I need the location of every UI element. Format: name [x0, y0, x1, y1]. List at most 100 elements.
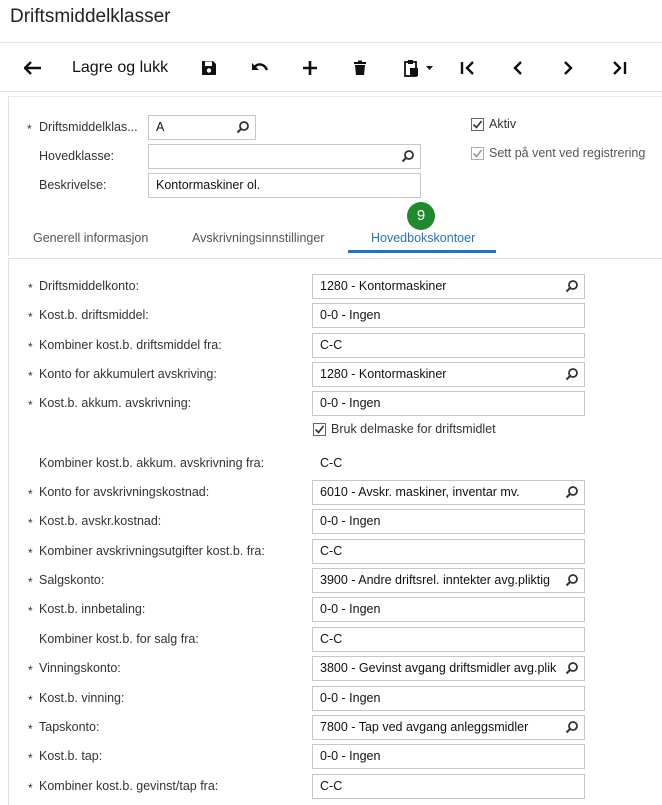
required-marker: * — [28, 722, 33, 736]
search-icon[interactable] — [565, 367, 579, 381]
field-value: 0-0 - Ingen — [320, 514, 381, 528]
previous-record-icon — [513, 61, 522, 75]
field-label: Tapskonto: — [39, 720, 100, 734]
field-input[interactable]: C-C — [312, 774, 585, 799]
checkmark-icon — [472, 120, 483, 129]
required-marker: * — [28, 575, 33, 589]
search-icon[interactable] — [401, 149, 415, 163]
field-value: 0-0 - Ingen — [320, 602, 381, 616]
search-icon[interactable] — [565, 573, 579, 587]
field-input[interactable]: C-C — [312, 539, 585, 564]
search-icon[interactable] — [236, 120, 250, 134]
required-marker: * — [28, 781, 33, 795]
field-value: 3800 - Gevinst avgang driftsmidler avg.p… — [320, 661, 557, 675]
last-record-button[interactable] — [608, 55, 630, 81]
field-input[interactable]: C-C — [312, 627, 585, 652]
main-class-input[interactable] — [148, 144, 421, 169]
required-marker: * — [28, 310, 33, 324]
field-label: Kombiner kost.b. akkum. avskrivning fra: — [39, 456, 265, 470]
description-value: Kontormaskiner ol. — [156, 178, 261, 192]
search-icon[interactable] — [565, 485, 579, 499]
add-icon — [303, 61, 317, 75]
field-input[interactable]: 3800 - Gevinst avgang driftsmidler avg.p… — [312, 656, 585, 681]
required-marker: * — [28, 604, 33, 618]
required-marker: * — [27, 122, 32, 136]
field-input[interactable]: 0-0 - Ingen — [312, 686, 585, 711]
hold-on-entry-label: Sett på vent ved registrering — [489, 146, 646, 160]
field-label: Kombiner kost.b. driftsmiddel fra: — [39, 338, 222, 352]
field-value: 1280 - Kontormaskiner — [320, 367, 447, 381]
paste-button[interactable] — [400, 55, 436, 81]
field-input[interactable]: 6010 - Avskr. maskiner, inventar mv. — [312, 480, 585, 505]
asset-class-label: Driftsmiddelklas... — [39, 120, 138, 134]
field-label: Vinningskonto: — [39, 661, 121, 675]
checkbox[interactable] — [471, 117, 484, 131]
field-input[interactable]: 1280 - Kontormaskiner — [312, 274, 585, 299]
checkmark-icon — [314, 425, 325, 434]
checkmark-icon — [472, 149, 483, 158]
field-value: 0-0 - Ingen — [320, 308, 381, 322]
page-title: Driftsmiddelklasser — [10, 6, 171, 27]
field-label: Kost.b. vinning: — [39, 691, 125, 705]
tab-depreciation-settings[interactable]: Avskrivningsinnstillinger — [192, 231, 324, 245]
search-icon[interactable] — [565, 279, 579, 293]
field-input[interactable]: C-C — [312, 333, 585, 358]
asset-class-input[interactable]: A — [148, 115, 256, 140]
field-input[interactable]: 1280 - Kontormaskiner — [312, 362, 585, 387]
required-marker: * — [28, 693, 33, 707]
field-input[interactable]: 0-0 - Ingen — [312, 744, 585, 769]
active-checkbox[interactable]: Aktiv — [471, 117, 516, 131]
first-record-icon — [460, 61, 474, 75]
search-icon[interactable] — [565, 720, 579, 734]
toolbar: Lagre og lukk — [0, 42, 662, 92]
field-value: C-C — [320, 544, 343, 558]
previous-record-button[interactable] — [507, 55, 529, 81]
search-icon[interactable] — [565, 661, 579, 675]
field-label: Kombiner kost.b. gevinst/tap fra: — [39, 779, 219, 793]
save-and-close-button[interactable]: Lagre og lukk — [72, 55, 172, 81]
step-badge: 9 — [407, 202, 435, 230]
undo-icon — [252, 63, 269, 71]
field-label: Salgskonto: — [39, 573, 105, 587]
checkbox[interactable] — [471, 146, 484, 160]
field-label: Kost.b. tap: — [39, 749, 103, 763]
field-input[interactable]: 0-0 - Ingen — [312, 391, 585, 416]
field-label: Kombiner avskrivningsutgifter kost.b. fr… — [39, 544, 265, 558]
field-label: Kost.b. driftsmiddel: — [39, 308, 149, 322]
last-record-icon — [613, 61, 627, 75]
delete-button[interactable] — [349, 55, 371, 81]
field-value: 0-0 - Ingen — [320, 691, 381, 705]
required-marker: * — [28, 663, 33, 677]
next-record-icon — [564, 61, 573, 75]
main-class-label: Hovedklasse: — [39, 149, 115, 163]
save-icon — [202, 61, 216, 75]
tab-general-info[interactable]: Generell informasjon — [33, 231, 148, 245]
active-tab-indicator — [348, 250, 496, 253]
field-input[interactable]: 0-0 - Ingen — [312, 509, 585, 534]
field-value: 0-0 - Ingen — [320, 749, 381, 763]
next-record-button[interactable] — [557, 55, 579, 81]
tab-gl-accounts[interactable]: Hovedbokskontoer — [371, 231, 475, 245]
use-submask-checkbox[interactable]: Bruk delmaske for driftsmidlet — [313, 422, 496, 436]
asset-class-value: A — [156, 120, 165, 134]
field-value: 1280 - Kontormaskiner — [320, 279, 447, 293]
first-record-button[interactable] — [457, 55, 479, 81]
field-value: C-C — [320, 779, 343, 793]
description-input[interactable]: Kontormaskiner ol. — [148, 173, 421, 198]
field-input[interactable]: 0-0 - Ingen — [312, 597, 585, 622]
field-label: Konto for akkumulert avskriving: — [39, 367, 217, 381]
required-marker: * — [28, 516, 33, 530]
field-input[interactable]: 3900 - Andre driftsrel. inntekter avg.pl… — [312, 568, 585, 593]
checkbox[interactable] — [313, 422, 326, 436]
save-button[interactable] — [198, 55, 220, 81]
back-button[interactable] — [20, 55, 46, 81]
hold-on-entry-checkbox[interactable]: Sett på vent ved registrering — [471, 146, 645, 160]
field-label: Konto for avskrivningskostnad: — [39, 485, 210, 499]
field-input[interactable]: 7800 - Tap ved avgang anleggsmidler — [312, 715, 585, 740]
field-value: 7800 - Tap ved avgang anleggsmidler — [320, 720, 529, 734]
field-input[interactable]: 0-0 - Ingen — [312, 303, 585, 328]
required-marker: * — [28, 340, 33, 354]
undo-button[interactable] — [249, 55, 271, 81]
field-value: 6010 - Avskr. maskiner, inventar mv. — [320, 485, 520, 499]
add-button[interactable] — [299, 55, 321, 81]
